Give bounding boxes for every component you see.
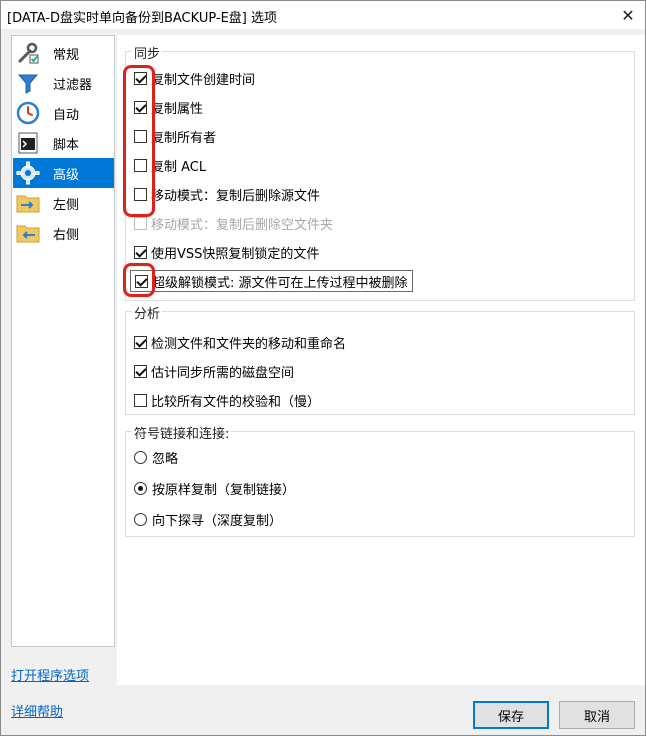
clock-icon <box>13 98 43 128</box>
sidebar-item-left-side[interactable]: 左侧 <box>13 188 114 218</box>
sync-option-copy-creation-time[interactable]: 复制文件创建时间 <box>134 67 255 89</box>
symlink-option-copy-as-is[interactable]: 按原样复制（复制链接） <box>134 477 295 499</box>
sync-option-super-unlock[interactable]: 超级解锁模式: 源文件可在上传过程中被删除 <box>130 270 413 292</box>
analysis-option-compare-checksums[interactable]: 比较所有文件的校验和（慢） <box>134 389 320 411</box>
sidebar-item-label: 脚本 <box>53 137 80 153</box>
sidebar-item-filters[interactable]: 过滤器 <box>13 68 114 98</box>
analysis-group: 分析 检测文件和文件夹的移动和重命名 估计同步所需的磁盘空间 比较所有文件的校验… <box>125 303 635 415</box>
gear-icon <box>13 158 43 188</box>
sidebar-item-label: 常规 <box>53 47 80 63</box>
radio-button[interactable] <box>134 481 147 495</box>
sidebar-item-script[interactable]: 脚本 <box>13 128 114 158</box>
sidebar-item-label: 过滤器 <box>53 77 93 93</box>
sidebar-item-label: 右侧 <box>53 227 80 243</box>
window-title: [DATA-D盘实时单向备份到BACKUP-E盘] 选项 <box>7 11 277 26</box>
sync-option-copy-acl[interactable]: 复制 ACL <box>134 154 206 176</box>
checkbox[interactable] <box>134 71 147 85</box>
folder-arrow-right-icon <box>13 188 43 218</box>
symlinks-group-title: 符号链接和连接: <box>132 423 232 442</box>
sync-option-copy-owner[interactable]: 复制所有者 <box>134 125 216 147</box>
options-window: [DATA-D盘实时单向备份到BACKUP-E盘] 选项 ✕ 常规 过滤器 自动… <box>0 0 646 736</box>
checkbox[interactable] <box>134 100 147 114</box>
analysis-option-estimate-space[interactable]: 估计同步所需的磁盘空间 <box>134 360 294 382</box>
radio-button[interactable] <box>134 512 147 526</box>
sync-option-use-vss[interactable]: 使用VSS快照复制锁定的文件 <box>134 241 319 263</box>
checkbox[interactable] <box>134 245 147 259</box>
sync-option-copy-attributes[interactable]: 复制属性 <box>134 96 203 118</box>
checkbox[interactable] <box>134 393 147 407</box>
wrench-checklist-icon <box>13 38 43 68</box>
help-link[interactable]: 详细帮助 <box>11 701 63 720</box>
save-button[interactable]: 保存 <box>473 701 549 729</box>
terminal-icon <box>13 128 43 158</box>
sync-option-move-delete-source[interactable]: 移动模式：复制后删除源文件 <box>134 183 320 205</box>
cancel-button[interactable]: 取消 <box>559 701 635 729</box>
checkbox[interactable] <box>134 129 147 143</box>
sync-group: 同步 复制文件创建时间 复制属性 复制所有者 复制 ACL 移动模式：复制后删除… <box>125 43 635 301</box>
funnel-icon <box>13 68 43 98</box>
sync-option-move-delete-empty-folders: 移动模式：复制后删除空文件夹 <box>134 212 333 234</box>
checkbox[interactable] <box>134 187 147 201</box>
sidebar-item-label: 自动 <box>53 107 80 123</box>
symlinks-group: 符号链接和连接: 忽略 按原样复制（复制链接） 向下探寻（深度复制） <box>125 423 635 537</box>
close-button[interactable]: ✕ <box>611 1 645 29</box>
settings-panel: 同步 复制文件创建时间 复制属性 复制所有者 复制 ACL 移动模式：复制后删除… <box>117 35 645 685</box>
checkbox[interactable] <box>134 364 147 378</box>
symlink-option-ignore[interactable]: 忽略 <box>134 446 178 468</box>
sidebar-item-advanced[interactable]: 高级 <box>13 158 114 188</box>
sync-group-title: 同步 <box>132 43 163 62</box>
open-program-options-link[interactable]: 打开程序选项 <box>11 665 89 684</box>
analysis-group-title: 分析 <box>132 303 163 322</box>
folder-arrow-left-icon <box>13 218 43 248</box>
checkbox <box>134 216 147 230</box>
sidebar-item-right-side[interactable]: 右侧 <box>13 218 114 248</box>
radio-button[interactable] <box>134 450 147 464</box>
sidebar-item-label: 高级 <box>53 167 80 183</box>
checkbox[interactable] <box>134 335 147 349</box>
symlink-option-follow[interactable]: 向下探寻（深度复制） <box>134 508 282 530</box>
checkbox[interactable] <box>135 274 148 288</box>
sidebar-item-general[interactable]: 常规 <box>13 38 114 68</box>
sidebar: 常规 过滤器 自动 脚本 高级 左侧 右侧 <box>11 35 115 647</box>
title-bar: [DATA-D盘实时单向备份到BACKUP-E盘] 选项 ✕ <box>1 1 645 29</box>
analysis-option-detect-moves[interactable]: 检测文件和文件夹的移动和重命名 <box>134 331 346 353</box>
sidebar-item-label: 左侧 <box>53 197 80 213</box>
sidebar-item-automatic[interactable]: 自动 <box>13 98 114 128</box>
checkbox[interactable] <box>134 158 147 172</box>
